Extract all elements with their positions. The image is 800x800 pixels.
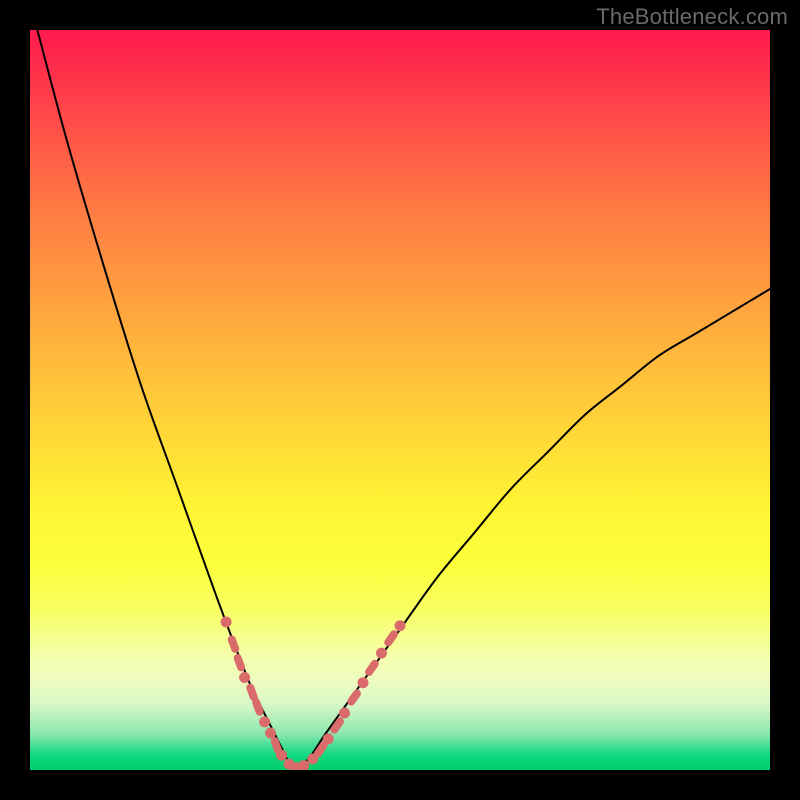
curve-marker (323, 733, 334, 744)
curve-marker (227, 634, 241, 654)
curve-marker (233, 653, 247, 673)
curve-marker (276, 750, 287, 761)
curve-marker (346, 688, 363, 707)
plot-area (30, 30, 770, 770)
curve-marker (358, 677, 369, 688)
curve-marker (239, 672, 250, 683)
bottleneck-curve (37, 30, 770, 770)
curve-marker (395, 620, 406, 631)
curve-markers (221, 617, 406, 771)
curve-marker (298, 760, 309, 770)
watermark-text: TheBottleneck.com (596, 4, 788, 30)
curve-marker (221, 617, 232, 628)
curve-marker (383, 629, 400, 648)
curve-marker (265, 728, 276, 739)
curve-marker (376, 648, 387, 659)
curve-marker (251, 697, 265, 717)
curve-marker (259, 716, 270, 727)
curve-layer (30, 30, 770, 770)
curve-marker (339, 708, 350, 719)
chart-frame: TheBottleneck.com (0, 0, 800, 800)
